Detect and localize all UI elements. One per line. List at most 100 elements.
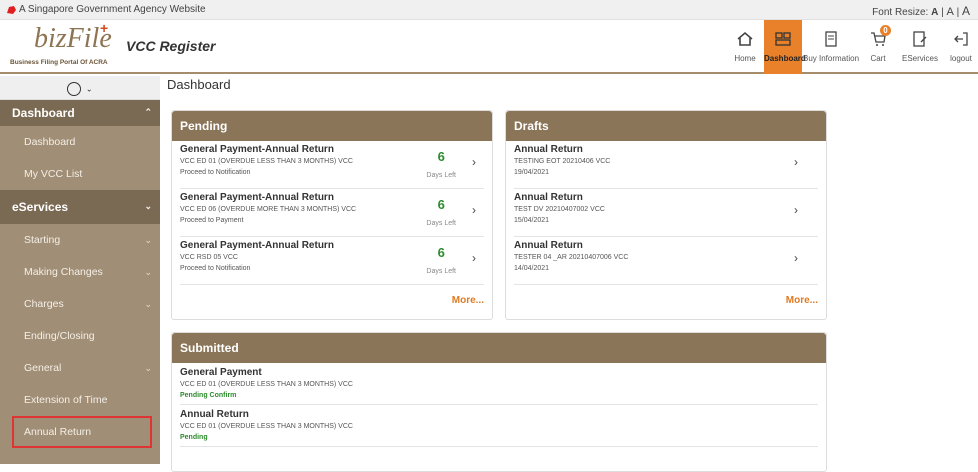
pending-item[interactable]: General Payment-Annual Return VCC RSD 05… [180,237,484,285]
chevron-down-icon: ⌄ [85,84,93,94]
sidebar-item-starting[interactable]: Starting ⌄ [0,224,160,256]
user-menu[interactable]: ⌄ [0,76,160,100]
font-resize: Font Resize: A | A | A [872,4,970,18]
chevron-right-icon[interactable]: › [794,203,798,217]
nav-logout[interactable]: logout [944,20,978,74]
drafts-panel-title: Drafts [506,111,826,141]
chevron-down-icon: ⌄ [144,201,152,211]
sidebar-item-ending-closing[interactable]: Ending/Closing [0,320,160,352]
nav-home-label: Home [734,54,756,63]
submitted-panel: Submitted General Payment VCC ED 01 (OVE… [171,332,827,472]
sidebar-item-annual-return[interactable]: Annual Return [12,416,152,448]
font-size-large-button[interactable]: A [962,4,970,18]
top-nav: Home Dashboard Buy Information 0 Cart ES… [726,20,978,74]
draft-item-subtitle: TESTER 04 _AR 20210407006 VCC [514,254,629,261]
submitted-item[interactable]: Annual Return VCC ED 01 (OVERDUE LESS TH… [180,405,818,447]
nav-cart-label: Cart [870,54,886,63]
chevron-right-icon[interactable]: › [472,155,476,169]
draft-item[interactable]: Annual Return TEST DV 20210407002 VCC 15… [514,189,818,237]
chevron-down-icon: ⌄ [144,363,152,373]
days-left: 6 Days Left [426,197,456,230]
edit-document-icon [896,30,944,52]
submitted-item-subtitle: VCC ED 01 (OVERDUE LESS THAN 3 MONTHS) V… [180,381,353,388]
sidebar-item-extension-of-time[interactable]: Extension of Time [0,384,160,416]
chevron-down-icon: ⌄ [144,299,152,309]
sidebar-item-label: Annual Return [24,426,92,438]
chevron-right-icon[interactable]: › [472,203,476,217]
app-title: VCC Register [126,38,216,54]
chevron-down-icon: ⌄ [144,235,152,245]
logo-plus-icon: + [100,20,109,36]
page-title: Dashboard [167,77,231,92]
pending-item[interactable]: General Payment-Annual Return VCC ED 01 … [180,141,484,189]
draft-item[interactable]: Annual Return TESTING EOT 20210406 VCC 1… [514,141,818,189]
sidebar-item-making-changes[interactable]: Making Changes ⌄ [0,256,160,288]
draft-item-date: 14/04/2021 [514,265,550,272]
header: bizFile + Business Filing Portal Of ACRA… [0,20,978,74]
days-left: 6 Days Left [426,149,456,182]
sidebar-item-label: Extension of Time [24,394,108,406]
user-circle-icon [67,81,82,96]
draft-item[interactable]: Annual Return TESTER 04 _AR 20210407006 … [514,237,818,285]
sidebar-item-charges[interactable]: Charges ⌄ [0,288,160,320]
submitted-item[interactable]: General Payment VCC ED 01 (OVERDUE LESS … [180,363,818,405]
sidebar-section-dashboard[interactable]: Dashboard ⌃ [0,100,160,126]
main-content: Dashboard Pending General Payment-Annual… [160,76,978,472]
days-left-label: Days Left [426,172,456,179]
drafts-panel: Drafts Annual Return TESTING EOT 2021040… [505,110,827,320]
chevron-right-icon[interactable]: › [472,251,476,265]
chevron-right-icon[interactable]: › [794,155,798,169]
gov-agency-text: A Singapore Government Agency Website [19,4,206,15]
sidebar-item-my-vcc-list[interactable]: My VCC List [0,158,160,190]
days-left-count: 6 [437,197,445,212]
home-icon [726,30,764,52]
cart-icon [860,30,896,52]
font-size-medium-button[interactable]: A [946,6,953,18]
submitted-item-status: Pending Confirm [180,392,237,399]
nav-eservices[interactable]: EServices [896,20,944,74]
sidebar-item-label: General [24,362,62,374]
pending-panel: Pending General Payment-Annual Return VC… [171,110,493,320]
draft-item-title: Annual Return [514,144,583,155]
nav-dashboard[interactable]: Dashboard [764,20,806,74]
nav-dashboard-label: Dashboard [764,54,806,63]
chevron-down-icon: ⌄ [144,267,152,277]
sidebar-section-eservices[interactable]: eServices ⌄ [0,190,160,224]
submitted-item-status: Pending [180,434,208,441]
nav-logout-label: logout [950,54,972,63]
draft-item-date: 19/04/2021 [514,169,550,176]
sidebar-item-general[interactable]: General ⌄ [0,352,160,384]
drafts-more-link[interactable]: More... [506,285,826,306]
submitted-item-subtitle: VCC ED 01 (OVERDUE LESS THAN 3 MONTHS) V… [180,423,353,430]
draft-item-subtitle: TEST DV 20210407002 VCC [514,206,605,213]
draft-item-subtitle: TESTING EOT 20210406 VCC [514,158,611,165]
days-left-label: Days Left [426,220,456,227]
sidebar-item-label: Making Changes [24,266,103,278]
draft-item-date: 15/04/2021 [514,217,550,224]
days-left-count: 6 [437,245,445,260]
pending-item[interactable]: General Payment-Annual Return VCC ED 06 … [180,189,484,237]
nav-cart[interactable]: 0 Cart [860,20,896,74]
sidebar-item-label: Dashboard [24,136,76,148]
sidebar-item-label: Ending/Closing [24,330,95,342]
sidebar-item-label: Charges [24,298,64,310]
sidebar-item-label: Starting [24,234,61,246]
lion-head-icon [7,6,16,14]
font-size-small-button[interactable]: A [931,7,938,18]
submitted-item-title: Annual Return [180,409,249,420]
nav-buy-information[interactable]: Buy Information [802,20,860,74]
sidebar-item-dashboard[interactable]: Dashboard [0,126,160,158]
sidebar: ⌄ Dashboard ⌃ Dashboard My VCC List eSer… [0,76,160,464]
days-left: 6 Days Left [426,245,456,278]
submitted-item-title: General Payment [180,367,262,378]
nav-home[interactable]: Home [726,20,764,74]
chevron-up-icon: ⌃ [144,107,152,117]
pending-more-link[interactable]: More... [172,285,492,306]
days-left-count: 6 [437,149,445,164]
dashboard-icon [764,30,802,52]
logo-tagline: Business Filing Portal Of ACRA [10,59,108,66]
chevron-right-icon[interactable]: › [794,251,798,265]
cart-count-badge: 0 [880,25,891,36]
nav-buy-information-label: Buy Information [802,54,860,63]
bizfile-logo[interactable]: bizFile + Business Filing Portal Of ACRA [10,20,112,71]
